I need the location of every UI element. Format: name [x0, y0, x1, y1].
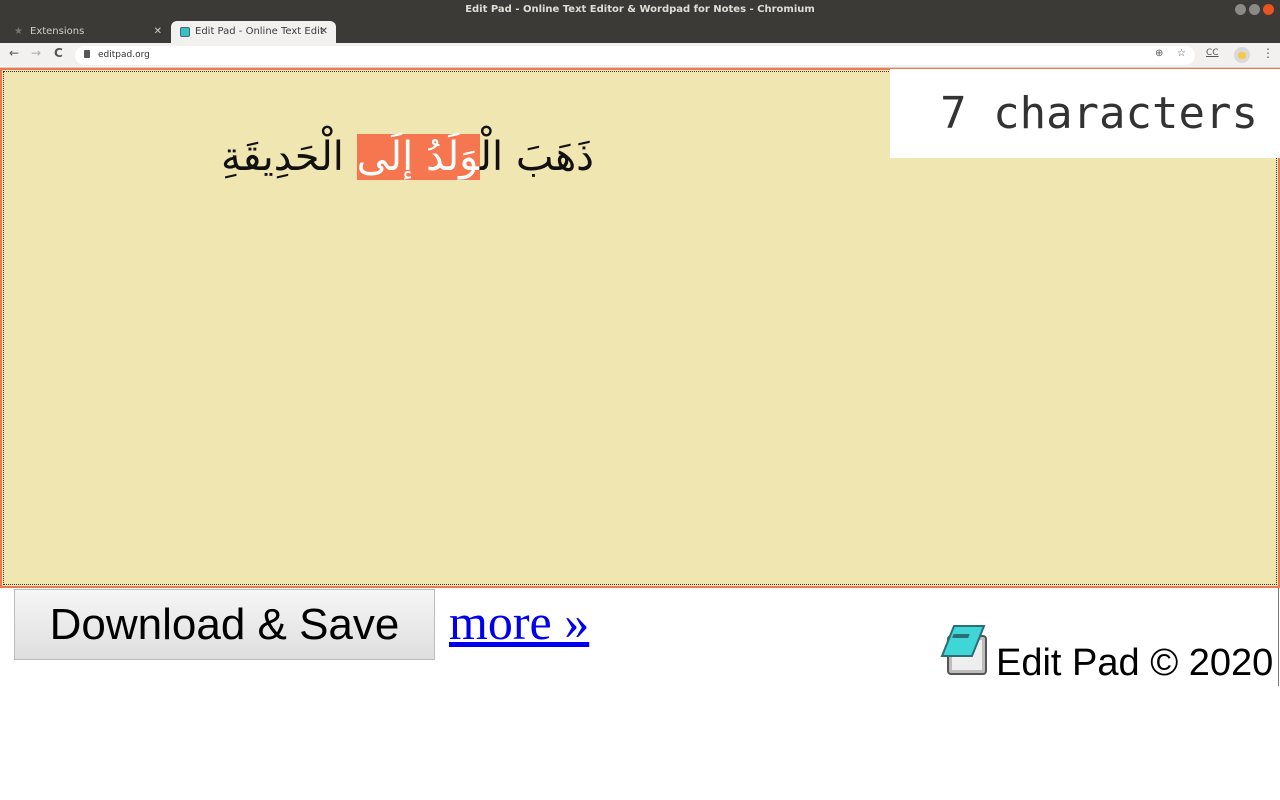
reload-button[interactable]: C	[54, 46, 63, 60]
address-bar[interactable]: editpad.org ⊕ ☆	[75, 46, 1195, 65]
url-text[interactable]: editpad.org	[98, 46, 150, 65]
more-link[interactable]: more »	[449, 593, 589, 651]
text-before-selection: ذَهَبَ الْ	[479, 134, 594, 180]
window-titlebar: Edit Pad - Online Text Editor & Wordpad …	[0, 0, 1280, 19]
browser-toolbar: ← → C editpad.org ⊕ ☆ CC ⋮	[0, 43, 1280, 68]
character-counter: 7 characters	[890, 69, 1280, 158]
tab-strip: ★ Extensions ✕ Edit Pad - Online Text Ed…	[0, 19, 1280, 59]
close-window-button[interactable]	[1263, 4, 1274, 15]
window-title: Edit Pad - Online Text Editor & Wordpad …	[465, 4, 815, 15]
tab-close-icon[interactable]: ✕	[320, 21, 328, 43]
tab-editpad[interactable]: Edit Pad - Online Text Edit ✕	[171, 21, 336, 43]
window-controls	[1235, 4, 1274, 15]
tab-label: Extensions	[30, 26, 85, 37]
tab-label: Edit Pad - Online Text Edit	[195, 26, 324, 37]
page-edge-divider	[1278, 588, 1279, 686]
lock-icon	[84, 50, 90, 58]
selected-text: وَلَدُ إلَى	[356, 134, 480, 180]
profile-avatar[interactable]	[1234, 47, 1250, 63]
tab-extensions[interactable]: ★ Extensions ✕	[0, 21, 170, 43]
text-after-selection: الْحَدِيقَةِ	[220, 134, 357, 180]
tab-close-icon[interactable]: ✕	[154, 21, 162, 43]
zoom-icon[interactable]: ⊕	[1155, 48, 1163, 59]
cc-extension-icon[interactable]: CC	[1206, 48, 1219, 58]
back-button[interactable]: ←	[9, 46, 19, 60]
download-save-button[interactable]: Download & Save	[14, 589, 435, 660]
editpad-favicon	[180, 27, 190, 37]
puzzle-icon: ★	[14, 26, 23, 37]
maximize-button[interactable]	[1249, 4, 1260, 15]
copyright-text: Edit Pad © 2020	[996, 642, 1274, 684]
menu-icon[interactable]: ⋮	[1262, 46, 1274, 60]
forward-button[interactable]: →	[31, 46, 41, 60]
minimize-button[interactable]	[1235, 4, 1246, 15]
editor-content[interactable]: ذَهَبَ الْوَلَدُ إلَى الْحَدِيقَةِ	[14, 134, 594, 180]
bookmark-star-icon[interactable]: ☆	[1177, 48, 1186, 59]
editpad-logo-icon	[940, 625, 987, 675]
